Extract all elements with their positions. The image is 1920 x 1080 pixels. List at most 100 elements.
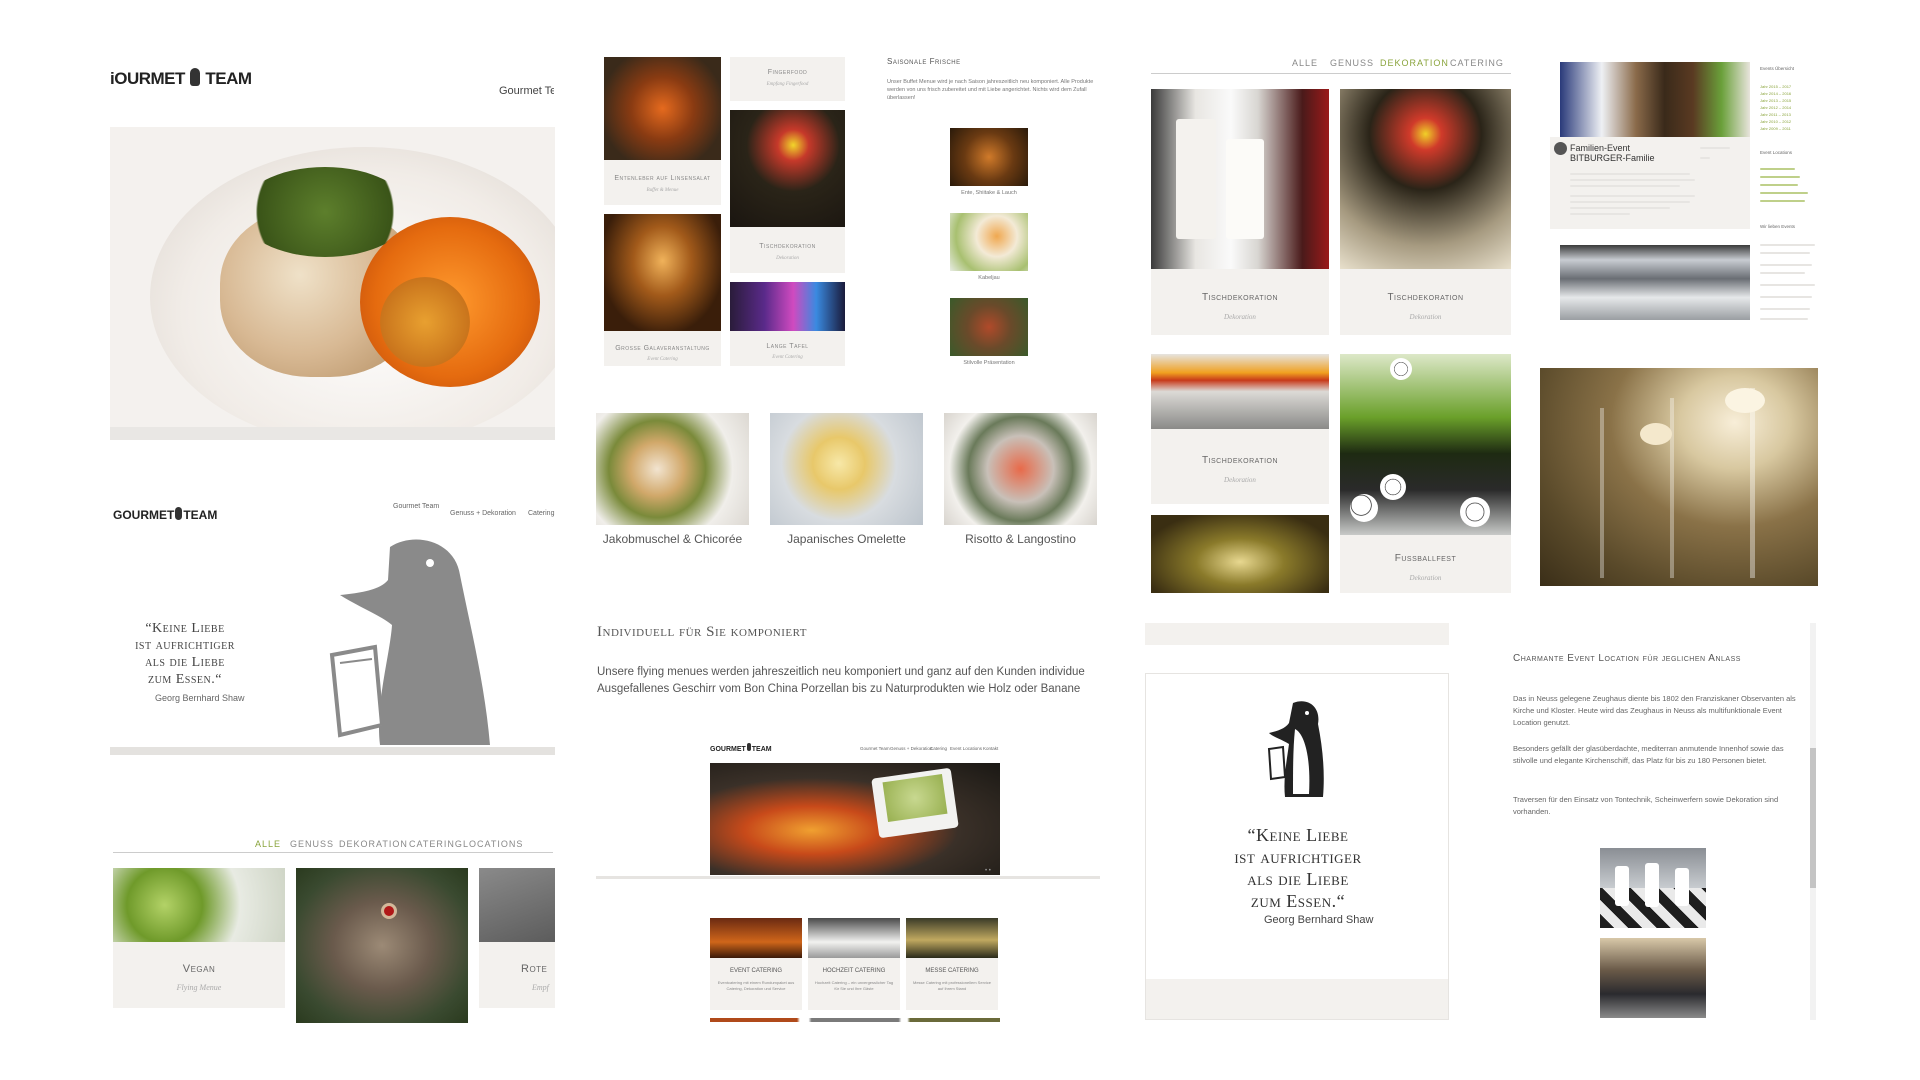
- filter-dekoration[interactable]: Dekoration: [339, 839, 408, 849]
- nav-item[interactable]: Event Locations: [950, 746, 982, 751]
- tile-title: Fussballfest: [1394, 553, 1457, 564]
- paragraph: Das in Neuss gelegene Zeughaus diente bi…: [1513, 694, 1796, 727]
- vegan-image: [113, 868, 285, 942]
- sidebar-text: [1760, 318, 1808, 320]
- deko-tile[interactable]: Tischdekoration Dekoration: [1340, 89, 1511, 335]
- sidebar-link-line[interactable]: [1760, 192, 1808, 194]
- sidebar-link[interactable]: Jahr 2013 – 2015: [1760, 98, 1791, 103]
- catering-card[interactable]: Messe Catering Messe Catering mit profes…: [906, 918, 998, 1010]
- top-strip: [1145, 623, 1449, 645]
- tile-sub: Event Catering: [647, 357, 678, 362]
- filter-alle[interactable]: Alle: [1292, 58, 1318, 68]
- tile-title: Tischdekoration: [1201, 455, 1279, 466]
- blog-post[interactable]: Familien-Event BITBURGER-Familie: [1550, 137, 1750, 229]
- logo: GOURMET TEAM: [113, 507, 217, 522]
- thumb-praesentation[interactable]: [950, 298, 1028, 356]
- sidebar-text: [1760, 264, 1812, 266]
- divider: [596, 876, 1100, 879]
- sidebar-link-line[interactable]: [1760, 184, 1798, 186]
- deko-flower-image[interactable]: [1151, 515, 1329, 593]
- nav-catering[interactable]: Catering: [528, 510, 554, 517]
- tile-title: Entenleber auf Linsensalat: [614, 175, 711, 182]
- penguin-mini-icon: [175, 507, 183, 520]
- filter-catering[interactable]: Catering: [1450, 58, 1504, 68]
- logo-text-right: TEAM: [751, 746, 772, 753]
- filter-locations[interactable]: Locations: [463, 839, 523, 849]
- penguin-mini-icon: [190, 68, 201, 86]
- fish-image[interactable]: [296, 868, 468, 1023]
- quote-line: ist aufrichtiger: [135, 638, 235, 653]
- sidebar-link[interactable]: Jahr 2010 – 2012: [1760, 119, 1791, 124]
- nav-item[interactable]: Genuss + Dekoration: [890, 746, 932, 751]
- divider: [1151, 73, 1511, 74]
- sidebar-link[interactable]: Jahr 2009 – 2011: [1760, 126, 1791, 131]
- filter-genuss[interactable]: Genuss: [1330, 58, 1374, 68]
- nav-genuss[interactable]: Genuss + Dekoration: [450, 510, 516, 517]
- tile-image: [730, 282, 845, 331]
- catering-card[interactable]: Hochzeit Catering Hochzeit Catering – ei…: [808, 918, 900, 1010]
- sidebar-text: [1760, 252, 1810, 254]
- post-text: [1570, 173, 1690, 175]
- thumb-kabeljau[interactable]: [950, 213, 1028, 271]
- card-title: Vegan: [182, 963, 216, 975]
- tile-galaveranstaltung[interactable]: Grosse Galaveranstaltung Event Catering: [604, 214, 721, 366]
- post-text: [1570, 213, 1630, 215]
- scrollbar-track[interactable]: [1810, 623, 1816, 1020]
- paragraph: Traversen für den Einsatz von Tontechnik…: [1513, 795, 1779, 816]
- section-title: Saisonale Frische: [887, 57, 961, 66]
- scrollbar-thumb[interactable]: [1810, 748, 1816, 888]
- location-image-2[interactable]: [1600, 938, 1706, 1018]
- tile-lange-tafel[interactable]: Lange Tafel Event Catering: [730, 282, 845, 366]
- tile-entenleber[interactable]: Entenleber auf Linsensalat Buffet & Menu…: [604, 57, 721, 205]
- logo-text-right: TEAM: [183, 508, 218, 522]
- nav-item[interactable]: Gourmet Team: [860, 746, 890, 751]
- sidebar-link-line[interactable]: [1760, 200, 1805, 202]
- location-image-1[interactable]: [1600, 848, 1706, 928]
- catering-card[interactable]: Event Catering Eventcatering mit einem R…: [710, 918, 802, 1010]
- logo-text-left: GOURMET: [710, 746, 746, 753]
- sidebar-link[interactable]: Jahr 2014 – 2016: [1760, 91, 1791, 96]
- tile-sub: Dekoration: [1409, 313, 1442, 321]
- tile-title: Fingerfood: [767, 69, 808, 76]
- filter-genuss[interactable]: Genuss: [290, 839, 334, 849]
- sidebar-link[interactable]: Jahr 2011 – 2013: [1760, 112, 1791, 117]
- tile-sub: Dekoration: [776, 256, 799, 261]
- header-right-link[interactable]: Gourmet Tea: [499, 85, 554, 97]
- deko-tile[interactable]: Tischdekoration Dekoration: [1151, 354, 1329, 504]
- grid-card-vegan[interactable]: Vegan Flying Menue: [113, 868, 285, 1008]
- tile-tischdekoration[interactable]: Tischdekoration Dekoration: [730, 110, 845, 273]
- nav-gourmet-team[interactable]: Gourmet Team: [393, 503, 439, 510]
- filter-dekoration[interactable]: Dekoration: [1380, 58, 1449, 68]
- thumb-ente[interactable]: [950, 128, 1028, 186]
- sidebar-link[interactable]: Jahr 2012 – 2014: [1760, 105, 1791, 110]
- dish-jakobmuschel-image[interactable]: [596, 413, 749, 525]
- card-subtitle: Flying Menue: [176, 983, 222, 992]
- deko-tile[interactable]: Tischdekoration Dekoration: [1151, 89, 1329, 335]
- sidebar-link-line[interactable]: [1760, 176, 1800, 178]
- nav-item[interactable]: Kontakt: [983, 746, 998, 751]
- logo-text-right: TEAM: [205, 69, 252, 88]
- dish-caption: Risotto & Langostino: [965, 532, 1076, 546]
- card-title: Rote: [521, 963, 548, 975]
- sidebar-link[interactable]: Jahr 2015 – 2017: [1760, 84, 1791, 89]
- sidebar-link-line[interactable]: [1760, 168, 1795, 170]
- tile-title: Grosse Galaveranstaltung: [615, 345, 710, 352]
- post-title: Familien-Event: [1570, 143, 1631, 153]
- grid-card-rote[interactable]: Rote Empf: [479, 868, 555, 1008]
- tile-title: Tischdekoration: [1201, 292, 1279, 303]
- filter-catering[interactable]: Catering: [409, 839, 463, 849]
- football-icon: [1380, 474, 1406, 500]
- quote-line: zum Essen.“: [148, 672, 222, 687]
- filter-alle[interactable]: Alle: [255, 839, 281, 849]
- tile-sub: Dekoration: [1409, 574, 1442, 582]
- deko-tile-fussball[interactable]: Fussballfest Dekoration: [1340, 354, 1511, 593]
- dish-omelette-image[interactable]: [770, 413, 923, 525]
- tile-fingerfood[interactable]: Fingerfood Empfang Fingerfood: [730, 57, 845, 101]
- tile-sub: Empfang Fingerfood: [766, 82, 809, 87]
- logo: iOURMET TEAM: [110, 68, 252, 89]
- logo-text-left: iOURMET: [110, 69, 185, 88]
- logo: GOURMET TEAM: [710, 743, 772, 753]
- nav-item[interactable]: Catering: [930, 746, 947, 751]
- dish-risotto-image[interactable]: [944, 413, 1097, 525]
- post-text: [1570, 195, 1695, 197]
